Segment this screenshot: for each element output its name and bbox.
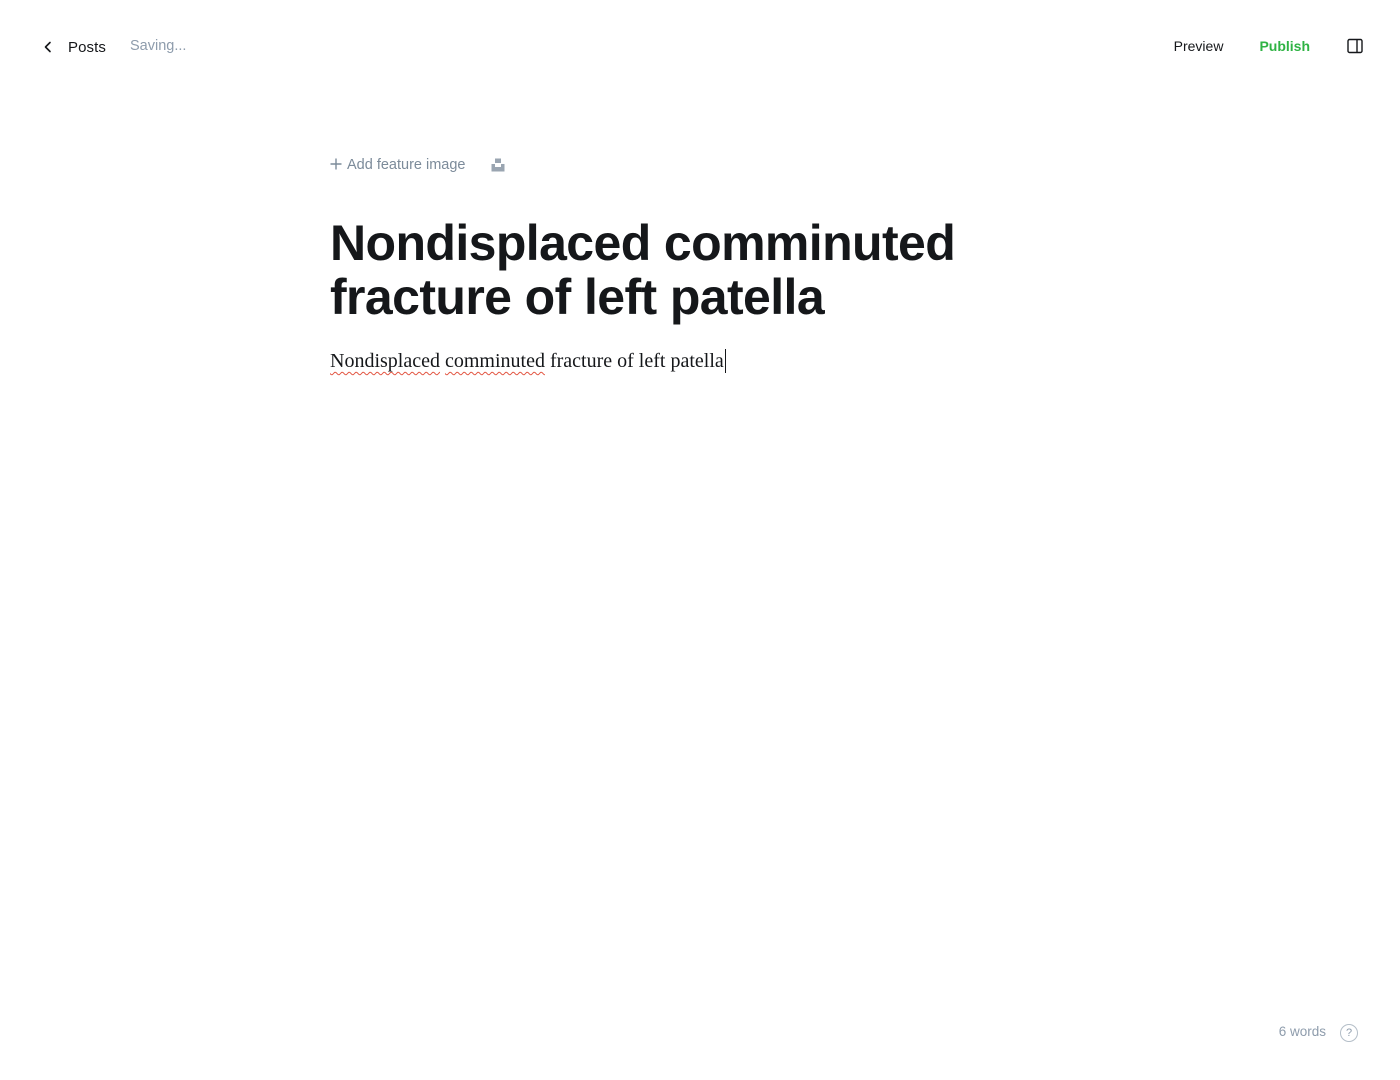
help-icon[interactable]: ? [1340,1024,1358,1042]
preview-button[interactable]: Preview [1174,30,1224,62]
misspelled-word[interactable]: comminuted [445,350,545,372]
back-link-label: Posts [68,38,107,56]
chevron-left-icon [38,32,58,62]
plus-icon [330,155,342,173]
body-text-segment: fracture of left patella [549,350,724,372]
post-editor-page: Posts Saving... Preview Publish Add feat… [0,0,1400,1080]
add-feature-image-button[interactable]: Add feature image [330,157,466,173]
editor-header: Posts Saving... Preview Publish [0,0,1400,94]
add-feature-image-label: Add feature image [347,157,466,173]
post-body-text: Nondisplaced comminuted fracture of left… [330,346,724,376]
misspelled-word[interactable]: Nondisplaced [330,350,440,372]
post-title[interactable]: Nondisplaced comminuted fracture of left… [330,216,1030,324]
sidebar-toggle-icon[interactable] [1346,37,1364,55]
save-status: Saving... [130,38,187,54]
unsplash-icon[interactable] [490,157,506,173]
back-to-posts-link[interactable]: Posts [38,32,106,62]
word-count: 6 words [1278,1024,1326,1039]
text-cursor [724,349,727,373]
post-body-editor[interactable]: Nondisplaced comminuted fracture of left… [330,346,1070,376]
header-actions: Preview Publish [1174,30,1364,62]
feature-image-row: Add feature image [330,150,1070,180]
editor-canvas: Add feature image Nondisplaced comminute… [330,150,1070,376]
publish-button[interactable]: Publish [1259,30,1310,62]
